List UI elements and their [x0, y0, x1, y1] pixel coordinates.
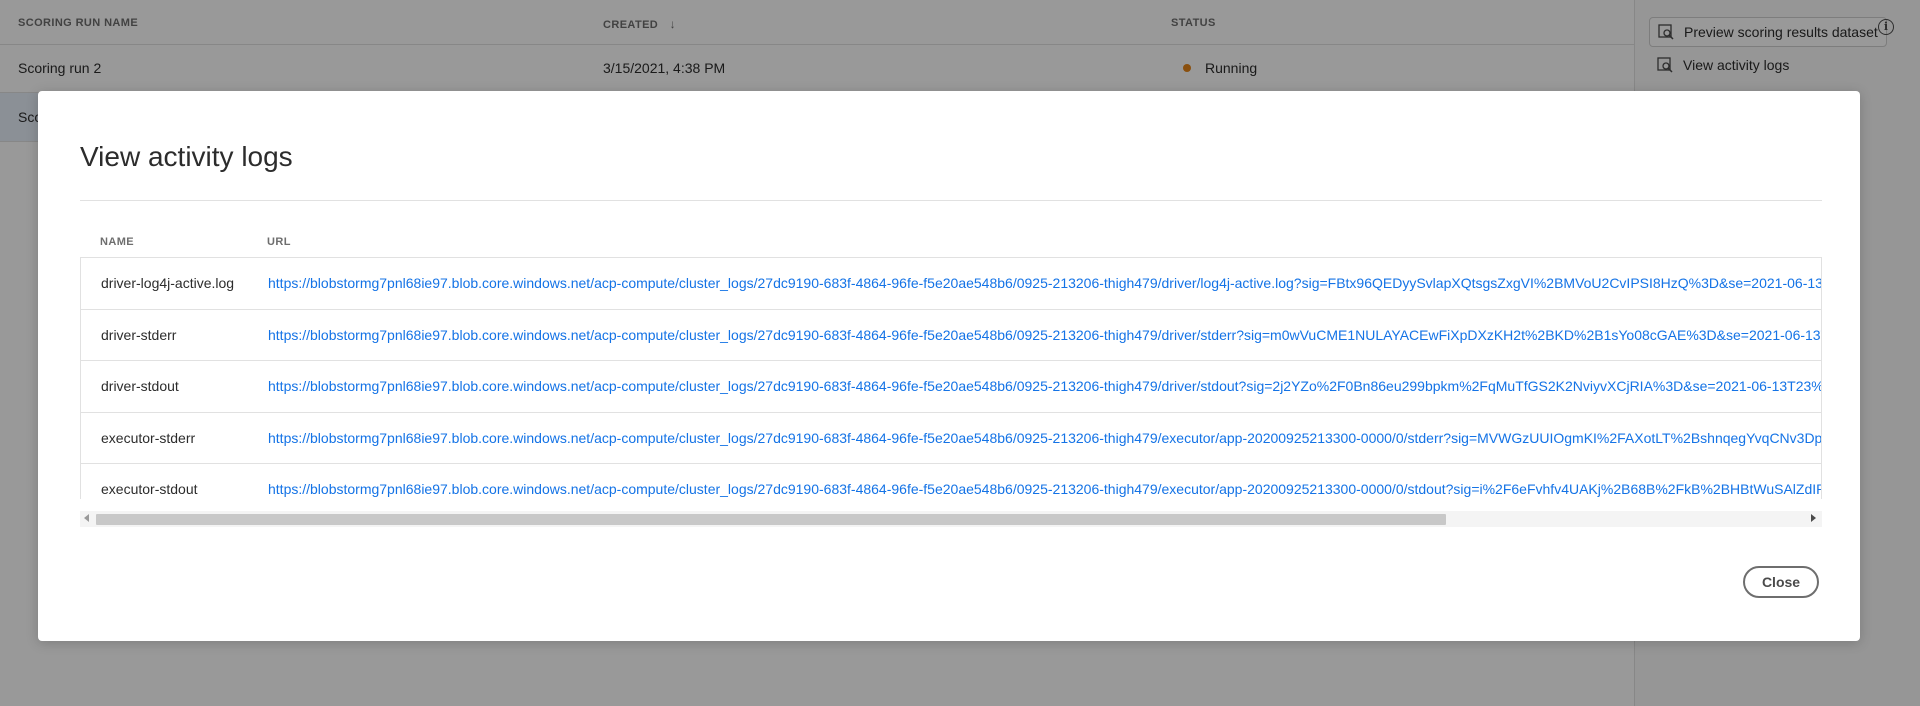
- log-name: driver-log4j-active.log: [101, 275, 235, 291]
- log-url-link[interactable]: https://blobstormg7pnl68ie97.blob.core.w…: [268, 327, 1821, 343]
- log-name: executor-stdout: [101, 481, 198, 497]
- table-row: driver-stderr https://blobstormg7pnl68ie…: [81, 310, 1821, 361]
- logs-table: NAME URL driver-log4j-active.log https:/…: [80, 221, 1822, 499]
- scrollbar-thumb[interactable]: [96, 514, 1446, 525]
- log-url-link[interactable]: https://blobstormg7pnl68ie97.blob.core.w…: [268, 430, 1821, 446]
- column-header-url: URL: [267, 236, 291, 248]
- logs-table-body: driver-log4j-active.log https://blobstor…: [80, 257, 1822, 499]
- log-name: driver-stderr: [101, 326, 177, 343]
- activity-logs-dialog: View activity logs NAME URL driver-log4j…: [38, 91, 1860, 641]
- log-url-link[interactable]: https://blobstormg7pnl68ie97.blob.core.w…: [268, 378, 1821, 394]
- scroll-right-icon[interactable]: [1811, 514, 1816, 522]
- horizontal-scrollbar[interactable]: [80, 511, 1822, 527]
- log-url-link[interactable]: https://blobstormg7pnl68ie97.blob.core.w…: [268, 275, 1821, 291]
- log-name: driver-stdout: [101, 378, 179, 394]
- table-row: executor-stderr https://blobstormg7pnl68…: [81, 413, 1821, 464]
- dialog-title: View activity logs: [80, 141, 293, 172]
- log-name: executor-stderr: [101, 429, 196, 446]
- table-row: driver-stdout https://blobstormg7pnl68ie…: [81, 361, 1821, 413]
- scroll-left-icon[interactable]: [84, 514, 89, 522]
- log-url-link[interactable]: https://blobstormg7pnl68ie97.blob.core.w…: [268, 481, 1821, 497]
- table-row: executor-stdout https://blobstormg7pnl68…: [81, 464, 1821, 499]
- column-header-name: NAME: [100, 236, 134, 248]
- dialog-divider: [80, 200, 1822, 201]
- close-button[interactable]: Close: [1743, 566, 1819, 598]
- logs-table-header: NAME URL: [80, 221, 1822, 257]
- table-row: driver-log4j-active.log https://blobstor…: [81, 258, 1821, 310]
